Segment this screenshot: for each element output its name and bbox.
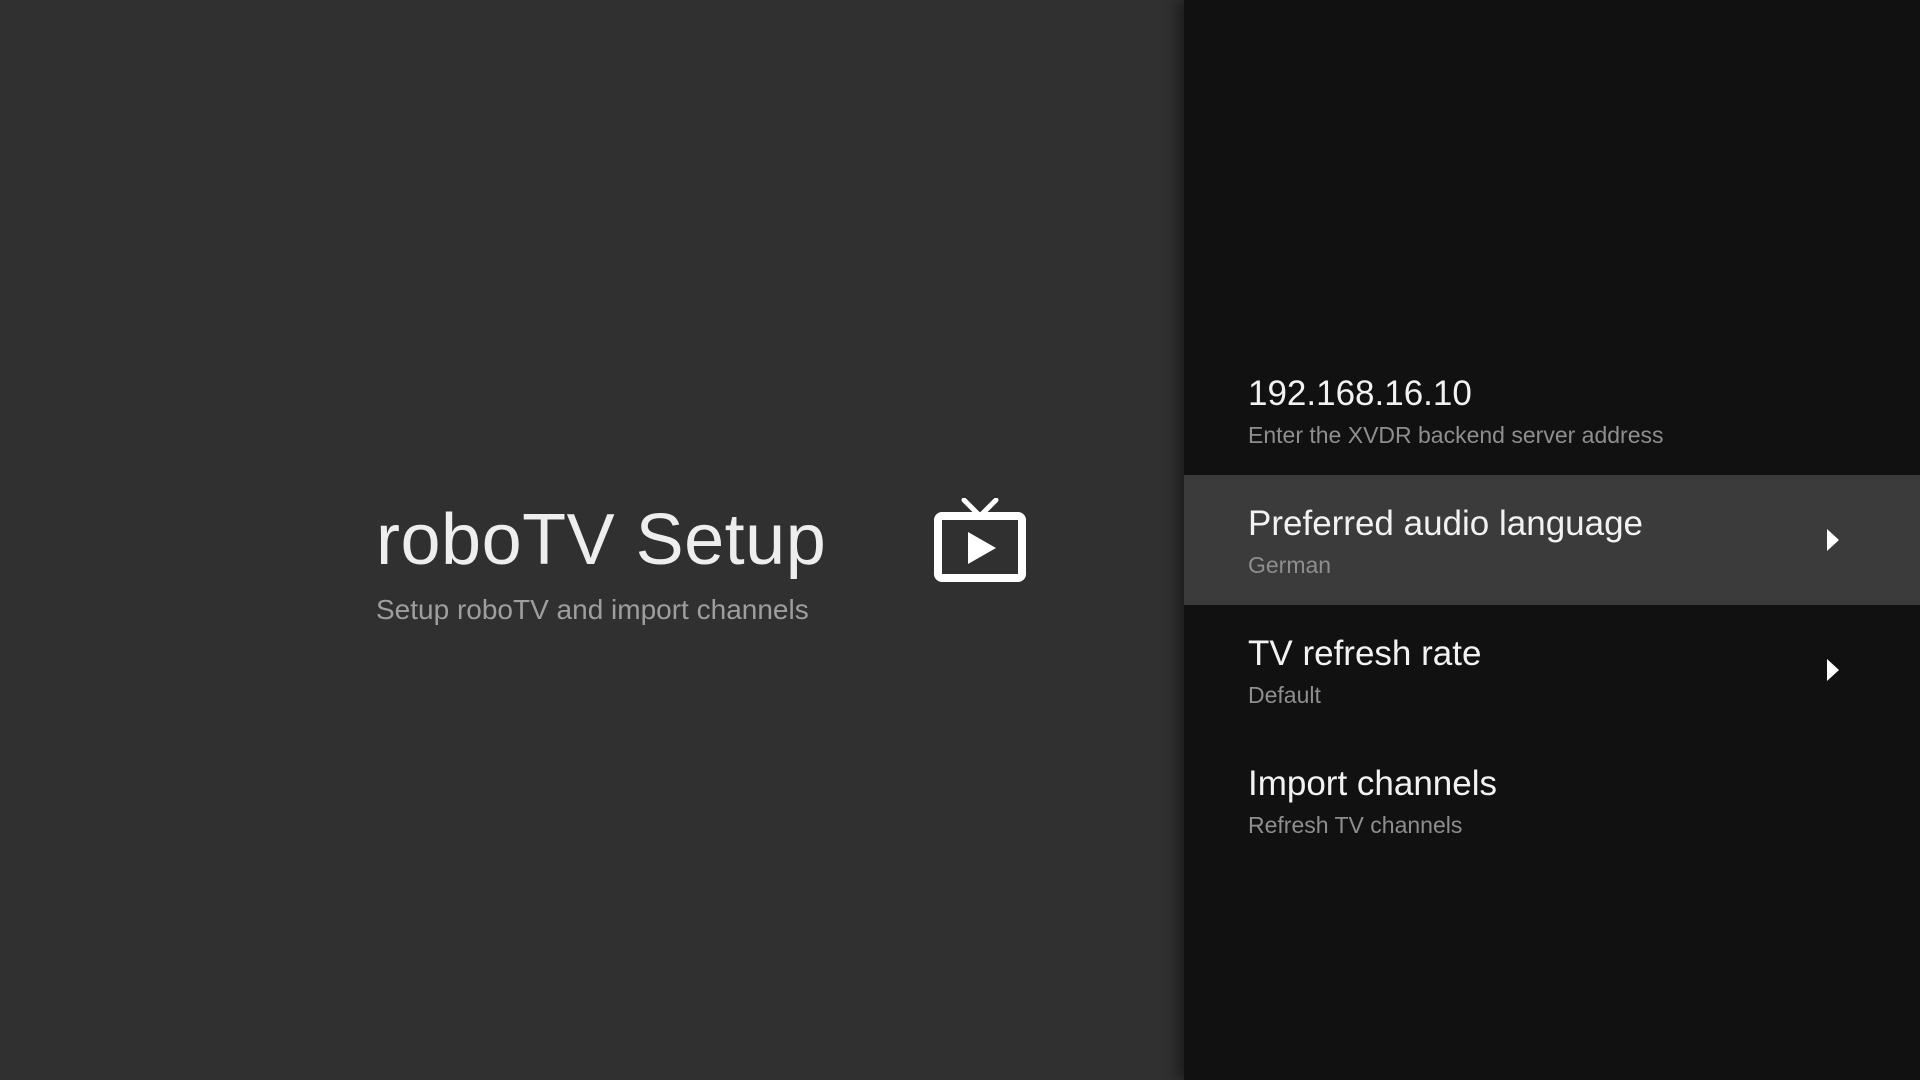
import-channels-description: Refresh TV channels	[1248, 812, 1463, 838]
settings-list: 192.168.16.10 Enter the XVDR backend ser…	[1184, 345, 1920, 865]
chevron-right-icon	[1826, 528, 1840, 552]
guidance-pane: roboTV Setup Setup roboTV and import cha…	[0, 0, 1184, 1080]
page-subtitle: Setup roboTV and import channels	[376, 594, 809, 625]
server-address-description: Enter the XVDR backend server address	[1248, 422, 1664, 448]
page-title: roboTV Setup	[376, 500, 827, 580]
import-channels-title: Import channels	[1248, 764, 1498, 803]
refresh-rate-title: TV refresh rate	[1248, 634, 1482, 673]
import-channels-item[interactable]: Import channels Refresh TV channels	[1184, 735, 1920, 865]
chevron-right-icon	[1826, 658, 1840, 682]
header-block: roboTV Setup Setup roboTV and import cha…	[376, 496, 936, 628]
refresh-rate-value: Default	[1248, 682, 1321, 708]
live-tv-icon	[934, 497, 1026, 582]
refresh-rate-item[interactable]: TV refresh rate Default	[1184, 605, 1920, 735]
audio-language-value: German	[1248, 552, 1332, 578]
settings-pane: 192.168.16.10 Enter the XVDR backend ser…	[1184, 0, 1920, 1080]
server-address-value: 192.168.16.10	[1248, 374, 1472, 413]
audio-language-item[interactable]: Preferred audio language German	[1184, 475, 1920, 605]
audio-language-title: Preferred audio language	[1248, 504, 1644, 543]
server-address-item[interactable]: 192.168.16.10 Enter the XVDR backend ser…	[1184, 345, 1920, 475]
